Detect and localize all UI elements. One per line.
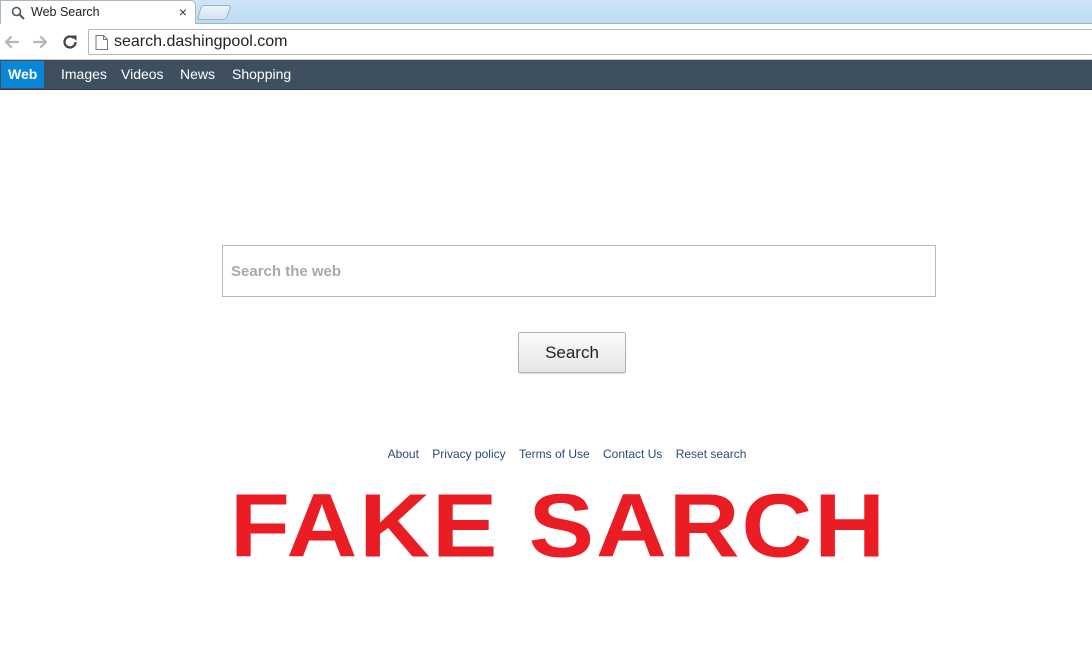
footer-link-privacy-policy[interactable]: Privacy policy — [432, 447, 505, 461]
nav-tab-images[interactable]: Images — [61, 60, 107, 89]
footer-link-contact-us[interactable]: Contact Us — [603, 447, 662, 461]
search-icon — [11, 6, 25, 20]
close-tab-icon[interactable]: × — [175, 4, 191, 20]
nav-tab-videos[interactable]: Videos — [121, 60, 164, 89]
back-arrow-icon[interactable] — [2, 32, 22, 52]
site-nav-bar: Web Images Videos News Shopping — [0, 60, 1092, 90]
footer-link-reset-search[interactable]: Reset search — [676, 447, 747, 461]
footer-links: About Privacy policy Terms of Use Contac… — [0, 447, 1092, 461]
address-bar-url: search.dashingpool.com — [114, 33, 288, 50]
reload-icon[interactable] — [60, 32, 80, 52]
address-bar[interactable]: search.dashingpool.com — [88, 29, 1092, 55]
browser-tab-strip: Web Search × — [0, 0, 1092, 24]
search-button[interactable]: Search — [518, 332, 626, 373]
nav-tab-web[interactable]: Web — [1, 61, 45, 88]
footer-link-terms-of-use[interactable]: Terms of Use — [519, 447, 590, 461]
search-input[interactable] — [222, 245, 936, 297]
nav-tab-news[interactable]: News — [180, 60, 215, 89]
new-tab-button[interactable] — [196, 5, 232, 20]
fake-search-warning-overlay: FAKE SARCH — [230, 474, 888, 576]
tab-title: Web Search — [31, 5, 100, 19]
nav-tab-shopping[interactable]: Shopping — [232, 60, 291, 89]
page-icon — [95, 35, 108, 50]
footer-link-about[interactable]: About — [388, 447, 419, 461]
browser-toolbar: search.dashingpool.com — [0, 24, 1092, 60]
forward-arrow-icon[interactable] — [30, 32, 50, 52]
browser-tab[interactable]: Web Search × — [0, 0, 196, 24]
